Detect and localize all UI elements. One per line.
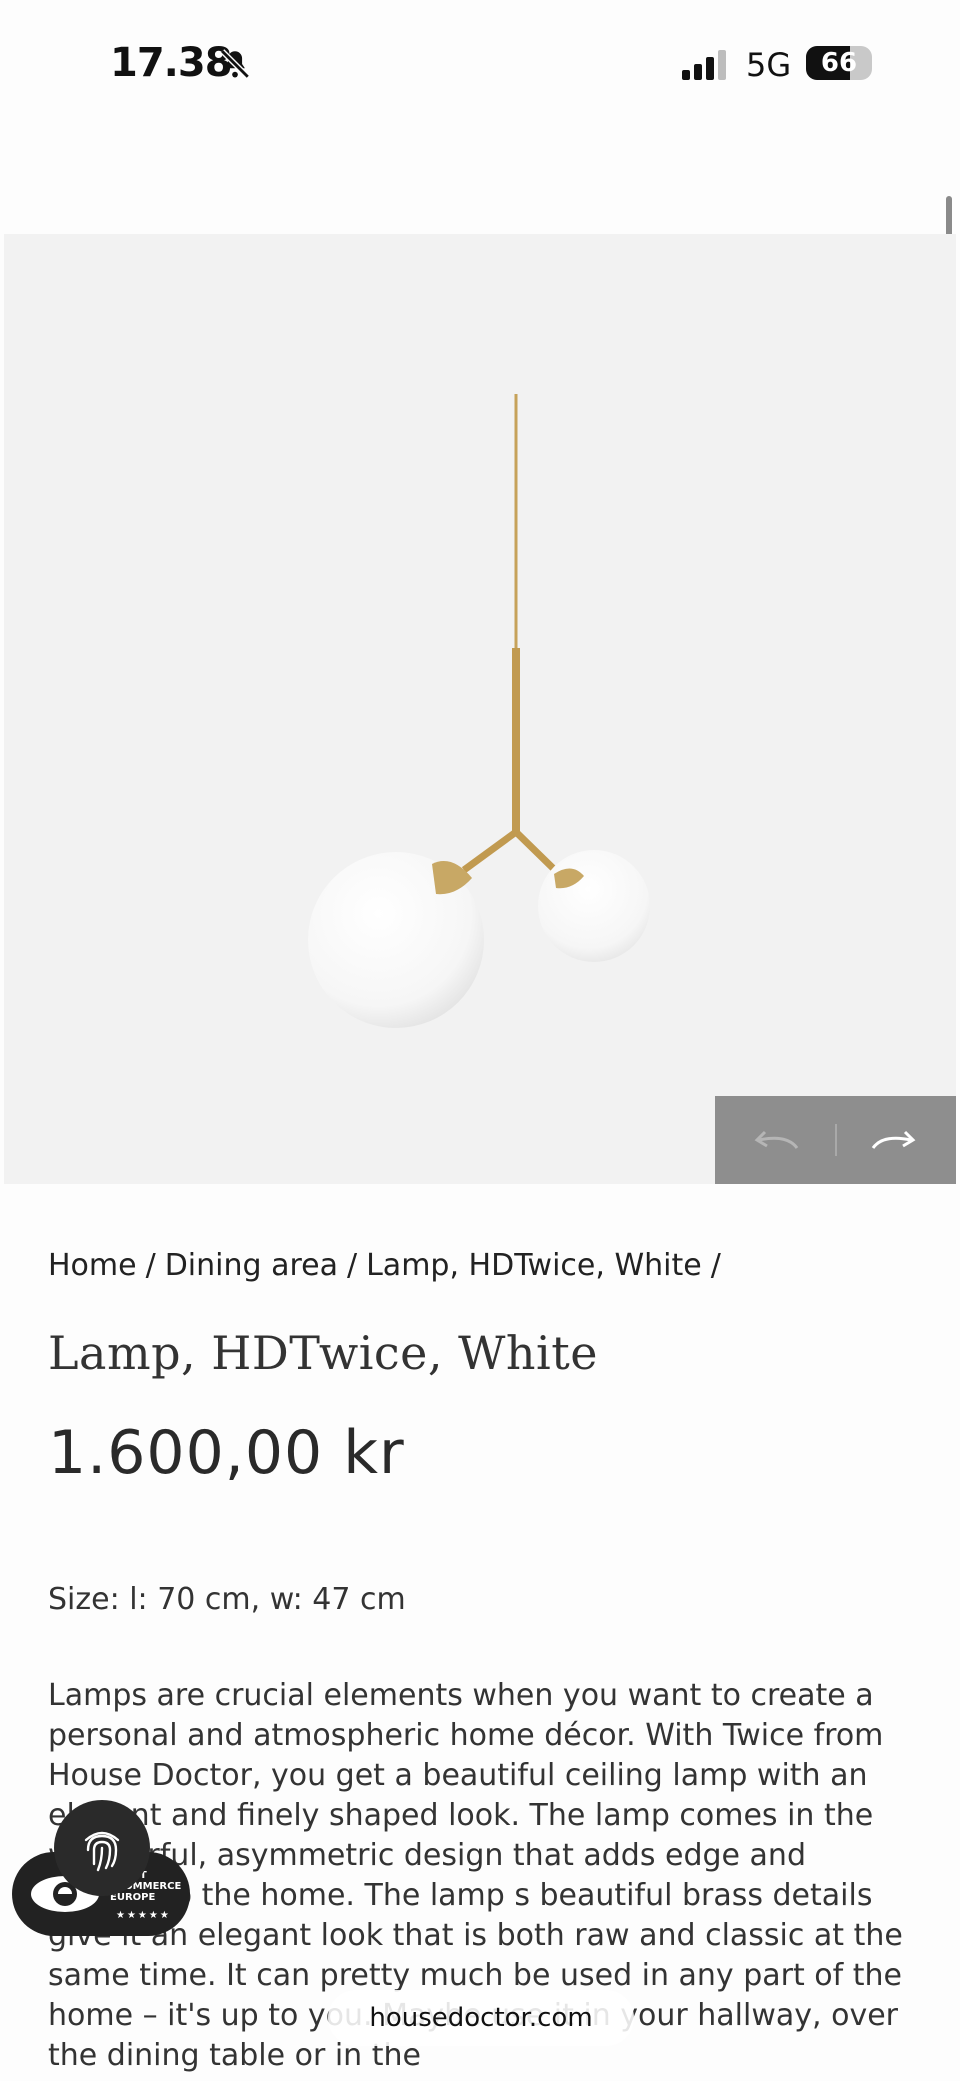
breadcrumb-current[interactable]: Lamp, HDTwice, White xyxy=(366,1248,702,1283)
lamp-photo xyxy=(308,394,650,1028)
breadcrumb-dining-area[interactable]: Dining area xyxy=(165,1248,338,1283)
browser-url-bar[interactable]: housedoctor.com xyxy=(328,1990,634,2046)
breadcrumb-separator: / xyxy=(145,1248,156,1283)
redo-arrow-icon[interactable] xyxy=(855,1114,935,1166)
battery-percent: 66 xyxy=(820,48,858,78)
breadcrumb-separator: / xyxy=(346,1248,358,1283)
trust-badge-line3: EUROPE xyxy=(110,1892,156,1903)
product-title: Lamp, HDTwice, White xyxy=(48,1326,598,1380)
breadcrumb-separator: / xyxy=(710,1248,721,1283)
bell-slash-icon xyxy=(220,49,250,79)
product-image[interactable] xyxy=(4,234,956,1184)
cellular-signal-icon xyxy=(682,50,726,80)
battery-indicator: 66 xyxy=(806,46,872,80)
status-bar: 17.38 5G 66 xyxy=(0,0,960,130)
fingerprint-button[interactable] xyxy=(54,1800,150,1896)
nav-divider xyxy=(835,1124,837,1156)
product-price: 1.600,00 kr xyxy=(48,1418,405,1488)
gallery-nav xyxy=(715,1096,956,1184)
fingerprint-icon xyxy=(84,1831,120,1872)
breadcrumb: Home / Dining area / Lamp, HDTwice, White / xyxy=(48,1248,730,1283)
undo-arrow-icon[interactable] xyxy=(735,1114,815,1166)
breadcrumb-home[interactable]: Home xyxy=(48,1248,137,1283)
trust-badge-stars: ★★★★★ xyxy=(116,1910,171,1921)
status-time: 17.38 xyxy=(110,40,233,86)
network-label: 5G xyxy=(746,46,792,84)
product-size: Size: l: 70 cm, w: 47 cm xyxy=(48,1582,406,1617)
